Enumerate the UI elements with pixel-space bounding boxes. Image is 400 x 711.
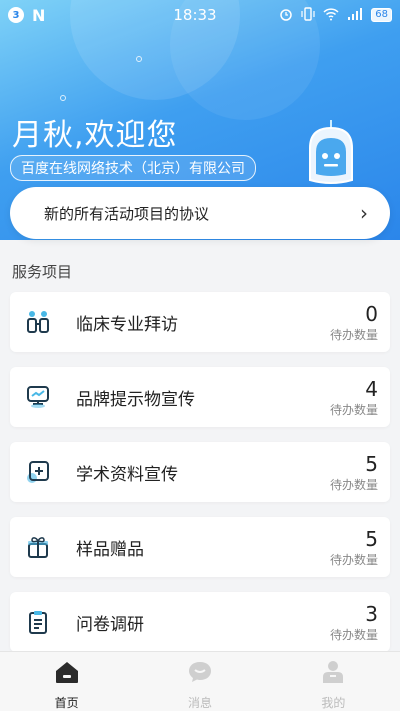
service-card-brand-promo[interactable]: 品牌提示物宣传 4 待办数量: [10, 367, 390, 427]
service-label: 样品赠品: [76, 539, 144, 560]
service-label: 问卷调研: [76, 614, 144, 635]
document-add-icon: [24, 458, 52, 486]
tab-home[interactable]: 首页: [0, 652, 133, 711]
notification-badge: 3: [8, 7, 24, 23]
pending-count: 4: [365, 376, 378, 401]
service-card-academic-materials[interactable]: 学术资料宣传 5 待办数量: [10, 442, 390, 502]
status-bar: 3 N 18:33 68: [0, 0, 400, 30]
service-card-clinical-visit[interactable]: 临床专业拜访 0 待办数量: [10, 292, 390, 352]
battery-icon: 68: [371, 8, 392, 22]
bottom-tab-bar: 首页 消息 我的: [0, 651, 400, 711]
service-label: 临床专业拜访: [76, 314, 178, 335]
clipboard-icon: [24, 608, 52, 636]
tab-label: 我的: [321, 696, 346, 710]
home-icon: [54, 660, 80, 688]
pending-count: 0: [365, 301, 378, 326]
status-time: 18:33: [173, 6, 217, 24]
vibrate-icon: [301, 6, 315, 24]
service-label: 品牌提示物宣传: [76, 389, 195, 410]
service-label: 学术资料宣传: [76, 464, 178, 485]
agreement-notice-button[interactable]: 新的所有活动项目的协议 ›: [10, 187, 390, 239]
pending-label: 待办数量: [329, 477, 378, 492]
service-card-questionnaire[interactable]: 问卷调研 3 待办数量: [10, 592, 390, 652]
pending-count: 5: [365, 451, 378, 476]
tab-messages[interactable]: 消息: [133, 652, 266, 711]
pending-label: 待办数量: [329, 627, 378, 642]
service-list: 临床专业拜访 0 待办数量 品牌提示物宣传 4 待办数量 学术资料宣传 5 待办…: [10, 292, 390, 667]
robot-mascot-icon: [298, 118, 368, 188]
pending-label: 待办数量: [329, 327, 378, 342]
presentation-board-icon: [24, 383, 52, 411]
app-indicator: N: [32, 5, 46, 25]
service-card-samples-gifts[interactable]: 样品赠品 5 待办数量: [10, 517, 390, 577]
pending-count: 5: [365, 526, 378, 551]
profile-icon: [320, 660, 346, 688]
pending-label: 待办数量: [329, 552, 378, 567]
pending-count: 3: [365, 601, 378, 626]
section-title: 服务项目: [12, 263, 73, 281]
welcome-title: 月秋,欢迎您: [12, 118, 178, 153]
signal-icon: [347, 7, 363, 24]
wifi-icon: [323, 7, 339, 24]
decor-dot: [60, 95, 66, 101]
decor-dot: [136, 56, 142, 62]
message-icon: [187, 660, 213, 688]
company-badge: 百度在线网络技术（北京）有限公司: [10, 155, 256, 181]
alarm-icon: [279, 7, 293, 24]
pending-label: 待办数量: [329, 402, 378, 417]
tab-profile[interactable]: 我的: [267, 652, 400, 711]
notice-text: 新的所有活动项目的协议: [44, 204, 210, 223]
gift-icon: [24, 533, 52, 561]
tab-label: 首页: [54, 696, 79, 710]
tab-label: 消息: [187, 696, 212, 710]
chevron-right-icon: ›: [360, 201, 368, 225]
people-icon: [24, 308, 52, 336]
